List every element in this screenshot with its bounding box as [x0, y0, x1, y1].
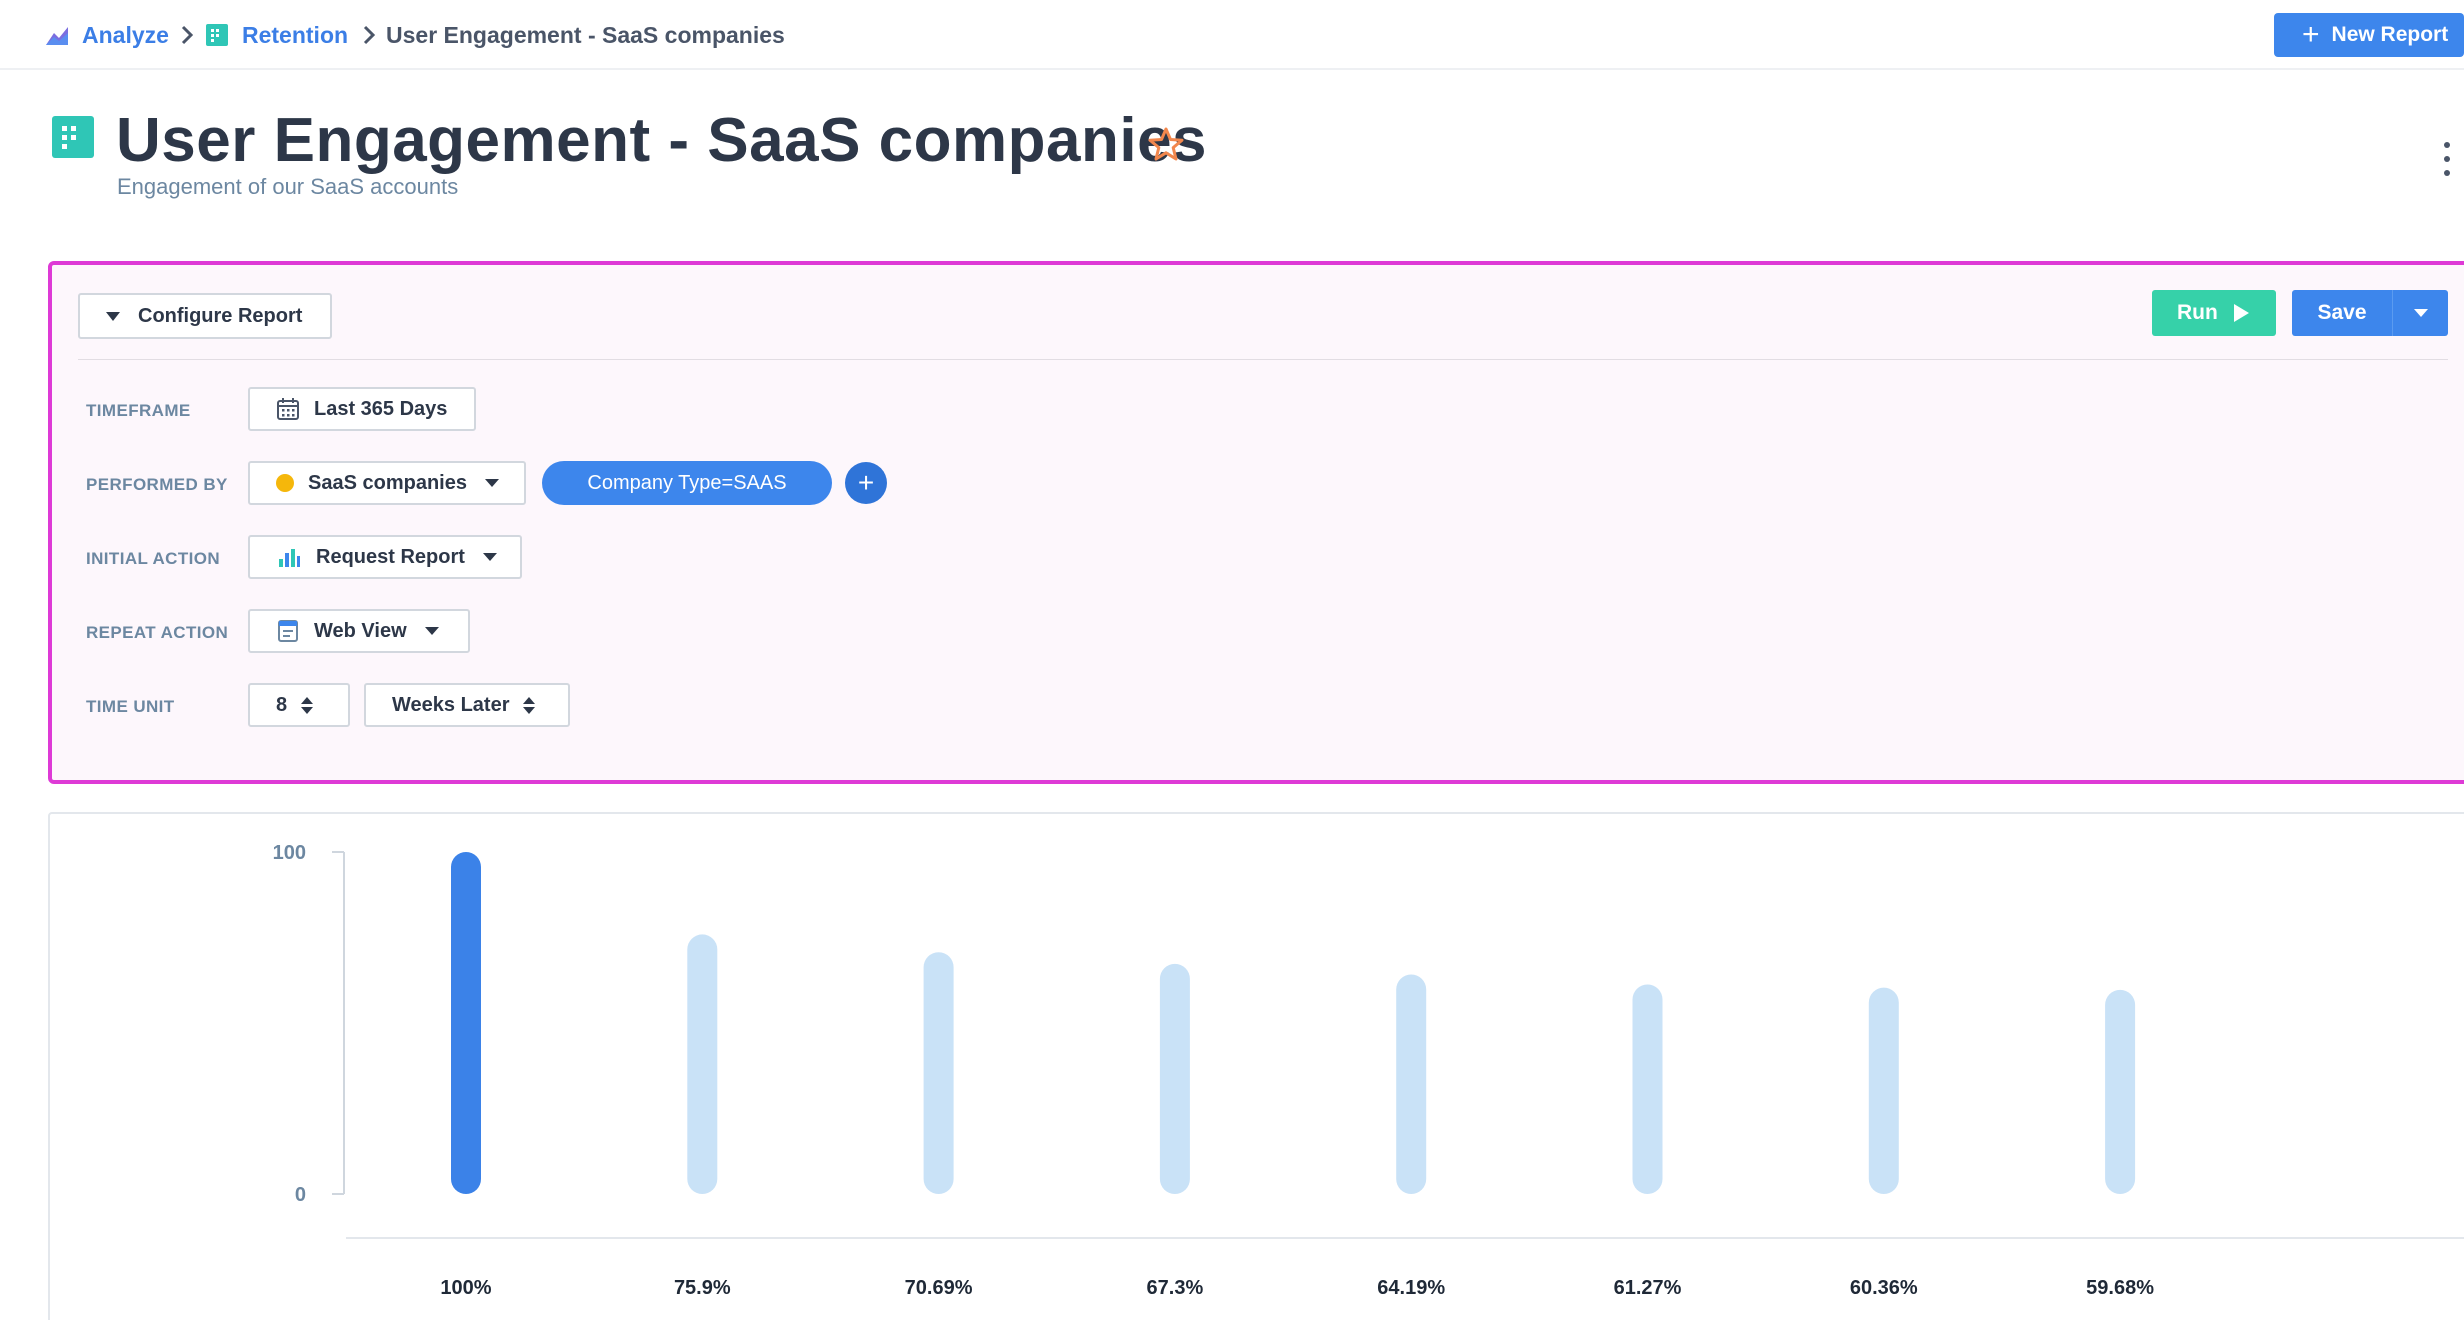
more-options-icon[interactable] [2440, 142, 2454, 176]
filter-chip[interactable]: Company Type=SAAS [542, 461, 832, 505]
plus-icon: + [2302, 18, 2320, 51]
retention-chart-card: 0 100 100% 75.9% 70.69% 67.3% 64.19% 61.27% 60.3… [48, 812, 2464, 1320]
save-label: Save [2317, 301, 2367, 324]
bar [2105, 989, 2136, 1194]
caret-down-icon [106, 311, 120, 321]
bar [687, 934, 718, 1194]
caret-down-icon [482, 553, 497, 561]
bar [1868, 987, 1899, 1194]
bar [1159, 963, 1190, 1194]
timeframe-select[interactable]: Last 365 Days [248, 387, 476, 431]
breadcrumb-current: User Engagement - SaaS companies [386, 18, 785, 52]
run-label: Run [2177, 301, 2218, 324]
page-subtitle: Engagement of our SaaS accounts [117, 174, 459, 199]
initial-action-select[interactable]: Request Report [248, 535, 522, 579]
time-unit-label: TIME UNIT [86, 697, 175, 716]
page-title: User Engagement - SaaS companies [116, 106, 1208, 175]
initial-action-label: INITIAL ACTION [86, 549, 221, 568]
x-tick-label: 67.3% [1147, 1277, 1204, 1299]
breadcrumb-analyze-label: Analyze [82, 21, 169, 48]
web-page-icon [278, 620, 298, 642]
time-unit-value: Weeks Later [392, 693, 510, 716]
x-tick-label: 61.27% [1614, 1277, 1682, 1299]
x-tick-label: 70.69% [905, 1277, 973, 1299]
performed-by-value: SaaS companies [308, 471, 467, 494]
bar [923, 952, 954, 1194]
x-tick-label: 75.9% [674, 1277, 731, 1299]
x-tick-label: 64.19% [1377, 1277, 1445, 1299]
breadcrumb-retention[interactable]: Retention [206, 18, 348, 52]
repeat-action-select[interactable]: Web View [248, 609, 470, 653]
calendar-icon [277, 398, 299, 420]
timeframe-label: TIMEFRAME [86, 401, 191, 420]
breadcrumb-analyze[interactable]: Analyze [46, 18, 169, 52]
bar [1396, 974, 1427, 1194]
caret-down-icon [484, 479, 499, 487]
configure-report-panel: Configure Report Run Save TIMEFRAME Last… [48, 261, 2464, 784]
add-filter-button[interactable]: + [845, 462, 887, 504]
up-down-arrows-icon [523, 696, 536, 714]
retention-report-icon [52, 116, 94, 158]
save-button[interactable]: Save [2292, 290, 2448, 336]
configure-report-label: Configure Report [138, 304, 303, 327]
chevron-right-icon [181, 25, 194, 45]
bar-chart-icon [279, 549, 300, 567]
play-icon [2233, 304, 2249, 322]
time-unit-count-value: 8 [276, 693, 288, 716]
save-options-dropdown[interactable] [2392, 290, 2448, 336]
bar [1632, 984, 1663, 1194]
x-tick-label: 60.36% [1850, 1277, 1918, 1299]
up-down-arrows-icon [301, 696, 314, 714]
run-button[interactable]: Run [2152, 290, 2276, 336]
segment-dot-icon [276, 474, 294, 492]
analyze-icon [46, 27, 68, 45]
top-bar: Analyze Retention User Engagement - SaaS… [0, 0, 2464, 70]
bar [451, 852, 481, 1194]
repeat-action-label: REPEAT ACTION [86, 623, 229, 642]
x-tick-label: 59.68% [2086, 1277, 2154, 1299]
favorite-star-icon[interactable] [1148, 126, 1184, 162]
initial-action-value: Request Report [316, 545, 465, 568]
divider [78, 359, 2448, 360]
timeframe-value: Last 365 Days [314, 397, 448, 420]
retention-bar-chart: 0 100 100% 75.9% 70.69% 67.3% 64.19% 61.27% 60.3… [273, 842, 2464, 1299]
time-unit-count-stepper[interactable]: 8 [248, 683, 350, 727]
performed-by-label: PERFORMED BY [86, 475, 228, 494]
repeat-action-value: Web View [314, 619, 407, 642]
retention-icon [206, 24, 228, 46]
configure-report-toggle[interactable]: Configure Report [78, 293, 332, 339]
y-tick-label: 100 [273, 842, 306, 864]
performed-by-select[interactable]: SaaS companies [248, 461, 526, 505]
time-unit-select[interactable]: Weeks Later [364, 683, 570, 727]
breadcrumb-retention-label: Retention [242, 21, 349, 48]
caret-down-icon [424, 627, 439, 635]
caret-down-icon [2413, 309, 2428, 317]
new-report-button[interactable]: + New Report [2274, 13, 2464, 57]
chevron-right-icon [363, 25, 376, 45]
new-report-label: New Report [2331, 23, 2449, 46]
y-tick-label: 0 [295, 1184, 306, 1206]
x-tick-label: 100% [440, 1277, 491, 1299]
breadcrumb-current-label: User Engagement - SaaS companies [386, 21, 785, 48]
